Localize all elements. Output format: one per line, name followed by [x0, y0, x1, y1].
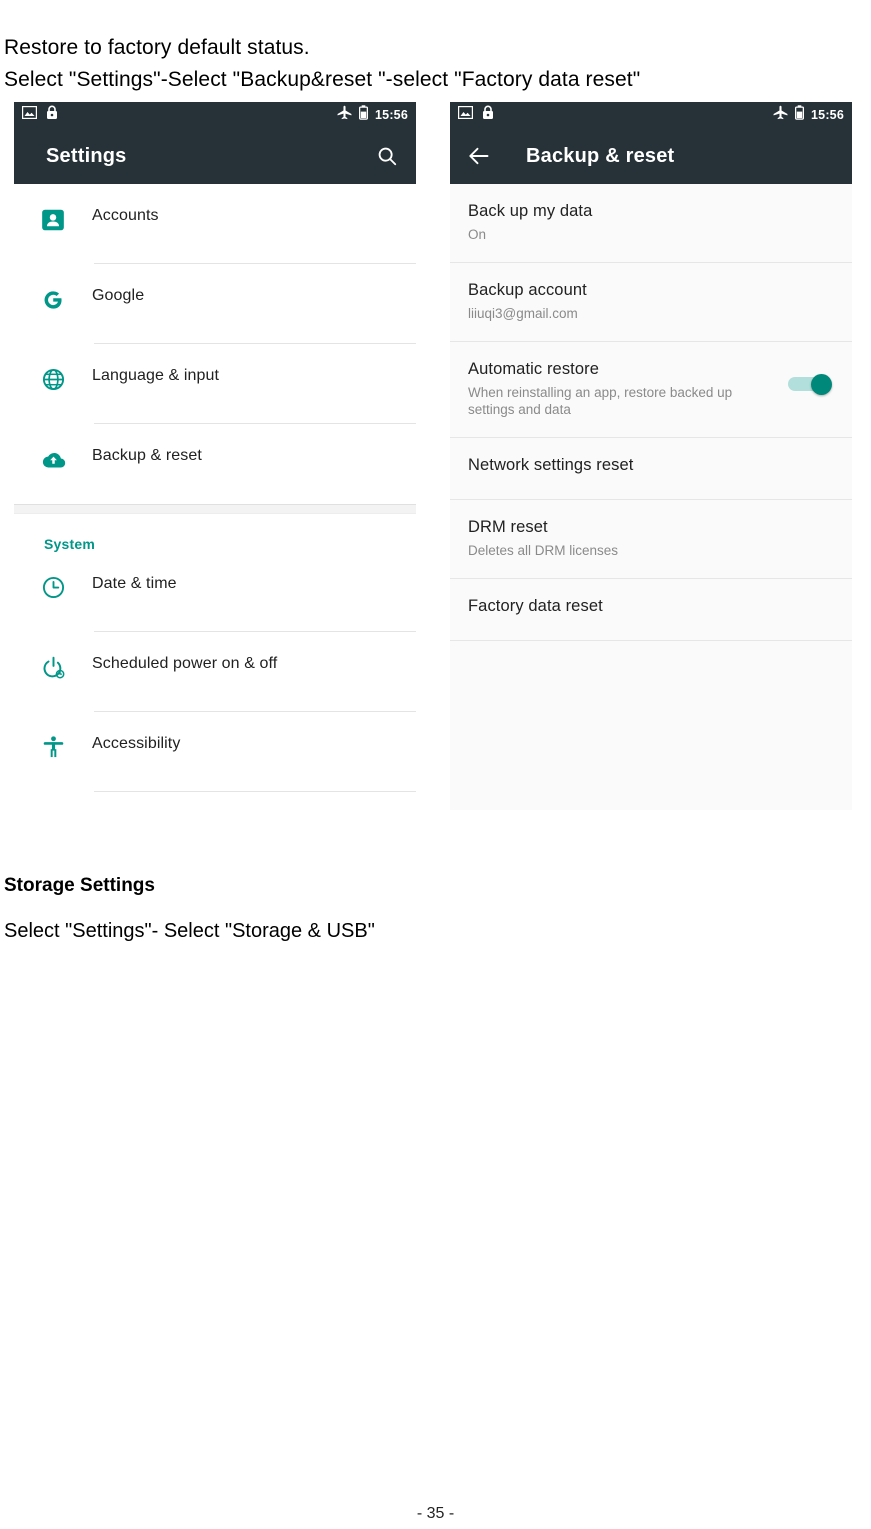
list-item-title: Automatic restore: [468, 359, 600, 378]
section-divider: [14, 504, 416, 514]
globe-icon: [14, 366, 92, 392]
list-item-factory-data-reset[interactable]: Factory data reset: [450, 579, 852, 642]
battery-icon: [795, 105, 805, 125]
sidebar-item-label: Backup & reset: [92, 447, 202, 464]
list-item-title: Back up my data: [468, 202, 593, 220]
sidebar-item-backup-and-reset[interactable]: Backup & reset: [14, 424, 416, 504]
list-item-automatic-restore[interactable]: Automatic restore When reinstalling an a…: [450, 342, 852, 439]
lock-icon: [46, 105, 58, 125]
accounts-icon: [14, 206, 92, 233]
list-item-back-up-my-data[interactable]: Back up my data On: [450, 184, 852, 263]
search-icon[interactable]: [374, 143, 400, 169]
intro-line-1: Restore to factory default status.: [4, 36, 310, 59]
backup-app-bar: Backup & reset: [450, 128, 852, 184]
screenshot-icon: [457, 105, 474, 124]
sidebar-item-date-and-time[interactable]: Date & time: [14, 552, 416, 632]
lock-icon: [482, 105, 494, 125]
sidebar-item-accounts[interactable]: Accounts: [14, 184, 416, 264]
list-item-subtitle: Deletes all DRM licenses: [468, 543, 619, 559]
settings-app-bar: Settings: [14, 128, 416, 184]
list-empty-space: [450, 641, 852, 772]
status-bar-right: 15:56: [450, 102, 852, 128]
section-title-system: System: [44, 536, 96, 552]
list-item-backup-account[interactable]: Backup account liiuqi3@gmail.com: [450, 263, 852, 342]
status-bar-clock: 15:56: [375, 108, 408, 122]
list-item-title: Network settings reset: [468, 456, 634, 475]
page-number: - 35 -: [416, 1505, 455, 1522]
screenshot-icon: [21, 105, 38, 124]
status-bar-left-icons: [457, 105, 494, 125]
sidebar-item-accessibility[interactable]: Accessibility: [14, 712, 416, 792]
backup-reset-screenshot: 15:56 Backup & reset Back up my data On …: [450, 102, 852, 810]
row-divider: [94, 791, 416, 792]
list-item-subtitle: liiuqi3@gmail.com: [468, 305, 578, 321]
sidebar-item-label: Accounts: [92, 207, 159, 224]
storage-settings-heading: Storage Settings: [4, 875, 155, 896]
airplane-mode-icon: [773, 105, 788, 125]
sidebar-item-label: Scheduled power on & off: [92, 655, 278, 672]
clock-icon: [14, 574, 92, 600]
sidebar-item-language-and-input[interactable]: Language & input: [14, 344, 416, 424]
list-item-title: DRM reset: [468, 518, 548, 537]
sidebar-item-label: Accessibility: [92, 735, 181, 752]
page-title: Settings: [46, 144, 127, 167]
page-title: Backup & reset: [526, 144, 675, 167]
sidebar-item-label: Date & time: [92, 575, 177, 592]
settings-screenshot: 15:56 Settings Accounts Google Language …: [14, 102, 416, 810]
status-bar-clock: 15:56: [811, 108, 844, 122]
document-page: Restore to factory default status. Selec…: [0, 0, 871, 1529]
list-item-network-settings-reset[interactable]: Network settings reset: [450, 438, 852, 501]
sidebar-item-scheduled-power-on-off[interactable]: Scheduled power on & off: [14, 632, 416, 712]
back-arrow-icon[interactable]: [466, 143, 492, 169]
list-item-subtitle: On: [468, 227, 487, 242]
list-item-drm-reset[interactable]: DRM reset Deletes all DRM licenses: [450, 500, 852, 580]
automatic-restore-toggle[interactable]: [788, 373, 832, 395]
toggle-thumb: [811, 373, 832, 395]
accessibility-icon: [14, 734, 92, 760]
list-item-subtitle: When reinstalling an app, restore backed…: [468, 384, 733, 418]
sidebar-item-label: Language & input: [92, 367, 220, 384]
google-g-icon: [14, 286, 92, 313]
airplane-mode-icon: [337, 105, 352, 125]
sidebar-item-label: Google: [92, 287, 145, 304]
list-item-title: Factory data reset: [468, 597, 603, 616]
status-bar-left-icons: [21, 105, 58, 125]
cloud-upload-icon: [14, 446, 92, 474]
sidebar-item-google[interactable]: Google: [14, 264, 416, 344]
list-item-title: Backup account: [468, 280, 587, 299]
status-bar-left: 15:56: [14, 102, 416, 128]
power-clock-icon: [14, 654, 92, 680]
storage-settings-instruction: Select "Settings"- Select "Storage & USB…: [4, 920, 375, 942]
backup-reset-list: Back up my data On Backup account liiuqi…: [450, 184, 852, 772]
status-bar-right-icons: 15:56: [773, 105, 844, 125]
battery-icon: [359, 105, 369, 125]
status-bar-right-icons: 15:56: [337, 105, 408, 125]
intro-line-2: Select "Settings"-Select "Backup&reset "…: [4, 68, 641, 91]
settings-list: Accounts Google Language & input Backup …: [14, 184, 416, 792]
